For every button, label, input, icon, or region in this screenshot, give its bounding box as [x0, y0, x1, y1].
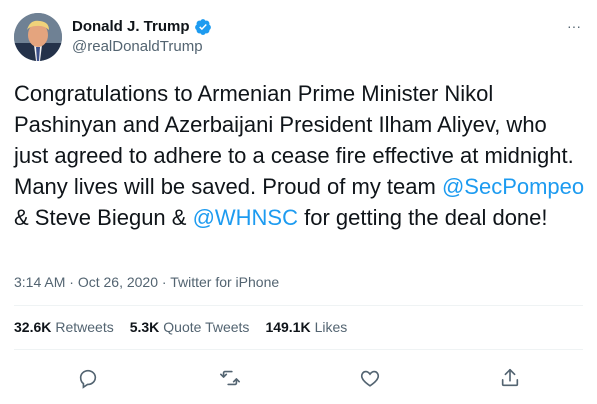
retweets-label: Retweets [55, 319, 114, 335]
share-icon [501, 368, 519, 387]
avatar-image [14, 13, 62, 61]
mention-whnsc[interactable]: @WHNSC [193, 205, 298, 230]
quote-tweets-count: 5.3K [129, 319, 160, 335]
display-name-row: Donald J. Trump [72, 17, 212, 37]
tweet-stats: 32.6K Retweets 5.3K Quote Tweets 149.1K Lik… [14, 317, 347, 337]
likes-stat[interactable]: 149.1K Likes [265, 317, 347, 337]
tweet-text: Congratulations to Armenian Prime Minist… [14, 78, 586, 233]
tweet-header: Donald J. Trump @realDonaldTrump [14, 12, 212, 62]
retweet-button[interactable] [216, 364, 244, 392]
user-names: Donald J. Trump @realDonaldTrump [72, 17, 212, 57]
likes-count: 149.1K [265, 319, 311, 335]
retweet-icon [220, 370, 240, 386]
tweet-source[interactable]: Twitter for iPhone [170, 274, 279, 290]
avatar[interactable] [14, 13, 62, 61]
tweet-actions [0, 364, 597, 400]
reply-button[interactable] [74, 364, 102, 392]
display-name[interactable]: Donald J. Trump [72, 17, 190, 37]
likes-label: Likes [314, 319, 348, 335]
tweet-text-part: & Steve Biegun & [14, 205, 193, 230]
like-icon [360, 370, 380, 387]
divider [14, 349, 583, 350]
tweet-text-part: for getting the deal done! [298, 205, 548, 230]
tweet-date[interactable]: Oct 26, 2020 [78, 274, 158, 290]
quote-tweets-stat[interactable]: 5.3K Quote Tweets [130, 317, 250, 337]
tweet-meta: 3:14 AM · Oct 26, 2020 · Twitter for iPh… [14, 272, 279, 292]
more-icon[interactable]: ··· [567, 18, 581, 34]
quote-tweets-label: Quote Tweets [163, 319, 250, 335]
verified-badge-icon [194, 18, 212, 36]
reply-icon [79, 369, 97, 389]
like-button[interactable] [356, 364, 384, 392]
tweet-time[interactable]: 3:14 AM [14, 274, 65, 290]
mention-secpompeo[interactable]: @SecPompeo [442, 174, 584, 199]
retweets-stat[interactable]: 32.6K Retweets [14, 317, 114, 337]
tweet-card: Donald J. Trump @realDonaldTrump ··· Con… [0, 0, 597, 404]
retweets-count: 32.6K [14, 319, 52, 335]
share-button[interactable] [496, 364, 524, 392]
user-handle[interactable]: @realDonaldTrump [72, 37, 212, 57]
meta-separator: · [158, 274, 171, 290]
meta-separator: · [65, 274, 78, 290]
divider [14, 305, 583, 306]
